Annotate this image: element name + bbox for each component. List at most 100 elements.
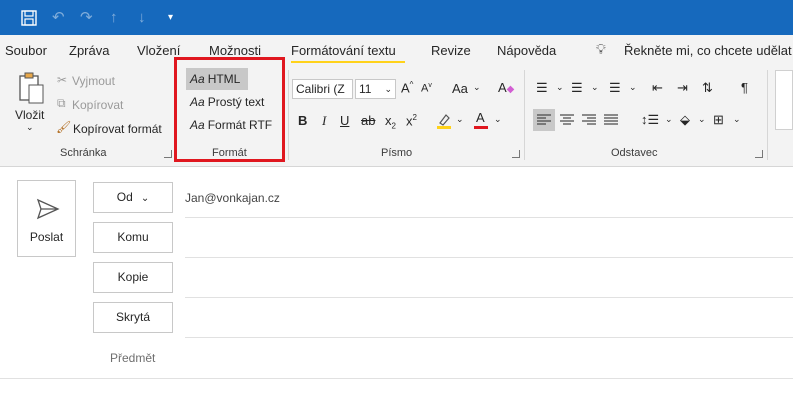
case-chevron-icon[interactable]: ⌄: [473, 82, 481, 93]
group-label-paragraph: Odstavec: [611, 147, 658, 159]
change-case-button[interactable]: Aa: [452, 81, 468, 96]
clipboard-icon[interactable]: [16, 72, 46, 106]
body-divider: [0, 378, 793, 379]
show-formatting-button[interactable]: ¶: [741, 80, 748, 95]
line-spacing-chevron-icon[interactable]: ⌄: [665, 114, 673, 125]
format-painter-icon: 🖌︎: [56, 120, 72, 134]
tab-zprava[interactable]: Zpráva: [69, 43, 109, 58]
underline-button[interactable]: U: [340, 113, 349, 128]
decrease-indent-icon[interactable]: ⇤: [652, 80, 663, 96]
multilevel-list-icon[interactable]: ☰: [609, 80, 621, 96]
group-separator: [524, 70, 525, 160]
to-input[interactable]: [185, 222, 793, 256]
shading-chevron-icon[interactable]: ⌄: [698, 114, 706, 125]
from-label: Od: [116, 190, 133, 204]
tell-me-input[interactable]: Řekněte mi, co chcete udělat: [624, 43, 792, 58]
send-icon: [36, 198, 60, 220]
copy-button[interactable]: Kopírovat: [72, 98, 123, 112]
from-button[interactable]: Od ⌄: [93, 182, 173, 213]
font-size-value: 11: [359, 82, 372, 96]
grow-font-button[interactable]: A^: [401, 80, 413, 95]
line-spacing-icon[interactable]: ↕☰: [641, 112, 659, 128]
copy-icon: ⧉: [57, 96, 66, 110]
numbering-icon[interactable]: ☰: [571, 80, 583, 96]
clear-formatting-icon[interactable]: A◆: [498, 80, 514, 95]
tab-napoveda[interactable]: Nápověda: [497, 43, 556, 58]
tab-formatovani-textu[interactable]: Formátování textu: [291, 43, 396, 58]
field-divider: [185, 217, 793, 218]
group-separator: [288, 70, 289, 160]
sort-icon[interactable]: ⇅: [702, 80, 713, 96]
strikethrough-button[interactable]: ab: [361, 113, 375, 128]
paragraph-dialog-launcher[interactable]: [755, 150, 763, 158]
save-icon[interactable]: [20, 0, 38, 40]
format-painter-button[interactable]: Kopírovat formát: [73, 122, 162, 136]
highlight-chevron-icon[interactable]: ⌄: [456, 114, 464, 125]
arrow-up-icon[interactable]: ↑: [110, 0, 118, 35]
tab-soubor[interactable]: Soubor: [5, 43, 47, 58]
group-label-clipboard: Schránka: [60, 147, 107, 159]
increase-indent-icon[interactable]: ⇥: [677, 80, 688, 96]
cc-input[interactable]: [185, 262, 793, 296]
clipboard-dialog-launcher[interactable]: [164, 150, 172, 158]
from-value: Jan@vonkajan.cz: [185, 191, 280, 205]
group-separator: [767, 70, 768, 160]
italic-button[interactable]: I: [322, 113, 326, 129]
font-name-combo[interactable]: Calibri (Z: [292, 79, 353, 99]
send-label: Poslat: [29, 230, 64, 244]
message-body[interactable]: [0, 380, 793, 400]
chevron-down-icon: ⌄: [140, 193, 150, 204]
shrink-font-button[interactable]: Av: [421, 82, 432, 95]
borders-chevron-icon[interactable]: ⌄: [733, 114, 741, 125]
customize-icon[interactable]: ▾: [168, 0, 173, 35]
font-dialog-launcher[interactable]: [512, 150, 520, 158]
styles-gallery[interactable]: [775, 70, 793, 130]
field-divider: [185, 297, 793, 298]
tab-vlozeni[interactable]: Vložení: [137, 43, 180, 58]
send-button[interactable]: [17, 180, 76, 257]
align-left-button[interactable]: [533, 109, 555, 131]
redo-icon[interactable]: ↷: [80, 0, 93, 35]
numbering-chevron-icon[interactable]: ⌄: [591, 82, 599, 93]
align-center-button[interactable]: [556, 109, 578, 131]
multilevel-chevron-icon[interactable]: ⌄: [629, 82, 637, 93]
borders-icon[interactable]: ⊞: [713, 112, 724, 128]
group-label-font: Písmo: [381, 147, 413, 159]
font-size-combo[interactable]: 11 ⌄: [355, 79, 396, 99]
font-color-label: A: [476, 110, 485, 125]
undo-icon[interactable]: ↶: [52, 0, 65, 35]
active-tab-indicator: [291, 61, 405, 63]
tab-revize[interactable]: Revize: [431, 43, 471, 58]
bcc-button[interactable]: Skrytá: [93, 302, 173, 333]
align-right-button[interactable]: [578, 109, 600, 131]
subject-label: Předmět: [110, 351, 156, 365]
paste-chevron-icon[interactable]: ⌄: [26, 122, 34, 133]
field-divider: [185, 257, 793, 258]
cut-icon: ✂: [57, 73, 68, 87]
highlight-box: [174, 57, 285, 162]
justify-button[interactable]: [600, 109, 622, 131]
grow-font-label: A: [401, 80, 410, 96]
font-color-chevron-icon[interactable]: ⌄: [494, 114, 502, 125]
font-color-swatch: [474, 126, 488, 129]
paste-button[interactable]: Vložit: [15, 108, 44, 122]
to-button[interactable]: Komu: [93, 222, 173, 253]
title-bar: ↶ ↷ ↑ ↓ ▾: [0, 0, 793, 35]
font-color-button[interactable]: A: [473, 110, 489, 130]
field-divider: [185, 337, 793, 338]
bcc-input[interactable]: [185, 302, 793, 336]
cut-button[interactable]: Vyjmout: [72, 74, 115, 88]
bold-button[interactable]: B: [298, 113, 307, 128]
chevron-down-icon: ⌄: [384, 84, 392, 94]
tab-moznosti[interactable]: Možnosti: [209, 43, 261, 58]
lightbulb-icon: 💡︎: [596, 41, 606, 57]
arrow-down-icon[interactable]: ↓: [138, 0, 146, 35]
shading-icon[interactable]: ⬙: [680, 112, 690, 128]
cc-button[interactable]: Kopie: [93, 262, 173, 293]
subscript-button[interactable]: x2: [385, 113, 396, 131]
bullets-icon[interactable]: ☰: [536, 80, 548, 96]
superscript-button[interactable]: x2: [406, 113, 417, 128]
highlight-color-button[interactable]: [436, 112, 452, 130]
bullets-chevron-icon[interactable]: ⌄: [556, 82, 564, 93]
subject-input[interactable]: [185, 342, 793, 376]
